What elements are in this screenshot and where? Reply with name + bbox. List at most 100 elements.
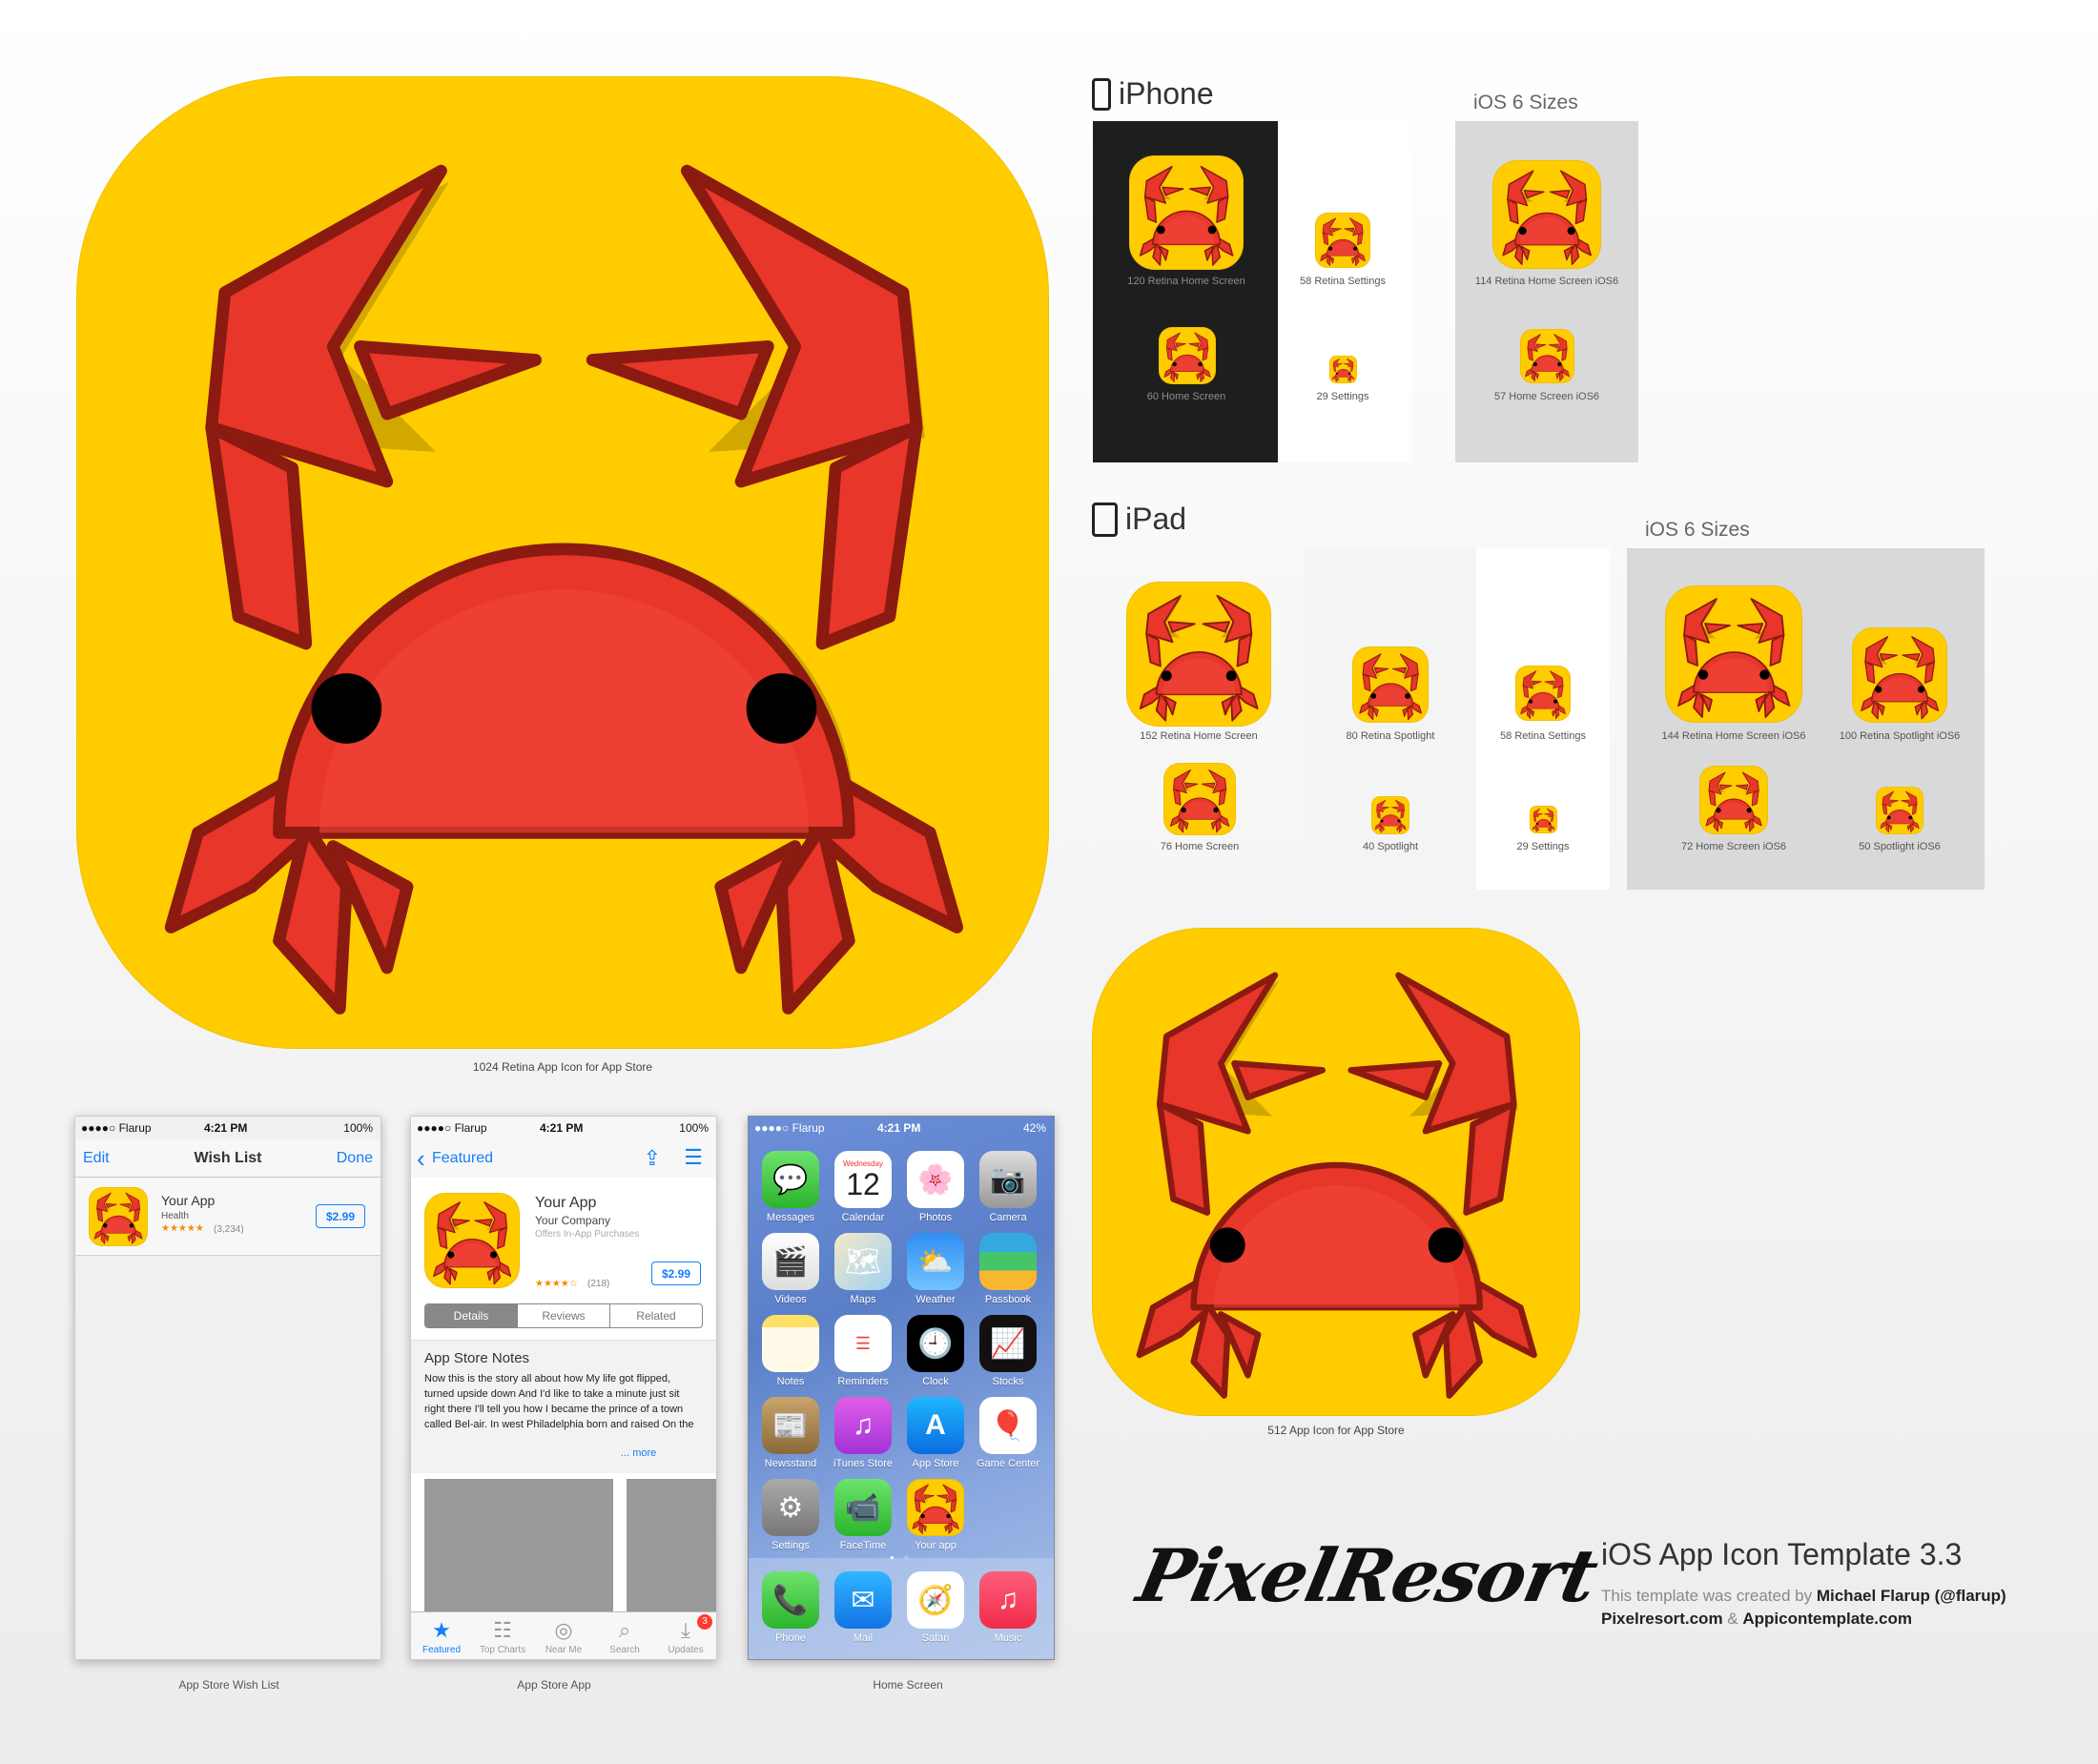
back-chevron-icon[interactable]: ‹ [417, 1144, 425, 1174]
music-icon[interactable]: ♫ [979, 1571, 1037, 1629]
list-icon: ☷ [493, 1618, 512, 1642]
app-icon-152 [1126, 582, 1271, 727]
stocks-icon[interactable]: 📈 [979, 1315, 1037, 1372]
home-caption: Home Screen [873, 1678, 943, 1692]
icon-114-label: 114 Retina Home Screen iOS6 [1474, 276, 1619, 287]
credits-line: This template was created by Michael Fla… [1601, 1587, 2006, 1606]
tab-featured[interactable]: ★ Featured [411, 1612, 472, 1659]
ipad-section-title: iPad [1092, 502, 1186, 537]
notes-icon[interactable] [762, 1315, 819, 1372]
app-icon-58-ipad [1515, 666, 1571, 721]
camera-icon[interactable]: 📷 [979, 1151, 1037, 1208]
seg-details[interactable]: Details [425, 1304, 517, 1327]
navbar: Edit Wish List Done [75, 1139, 381, 1178]
notes-label: Notes [776, 1376, 805, 1387]
app-icon-1024 [76, 76, 1049, 1049]
your-app-label: Your app [915, 1540, 956, 1551]
app-icon-29 [1329, 356, 1357, 383]
star-icon: ★ [432, 1618, 451, 1642]
photos-icon[interactable]: 🌸 [907, 1151, 964, 1208]
newsstand-icon[interactable]: 📰 [762, 1397, 819, 1454]
videos-label: Videos [774, 1294, 807, 1305]
icon-29-ipad-label: 29 Settings [1516, 841, 1570, 852]
list-icon[interactable]: ☰ [684, 1145, 703, 1170]
wishlist-row[interactable]: Your App Health ★★★★★ (3,234) $2.99 [75, 1178, 381, 1256]
appstore-caption: App Store App [517, 1678, 591, 1692]
reminders-icon[interactable]: ☰ [834, 1315, 892, 1372]
share-icon[interactable]: ⇪ [644, 1146, 661, 1171]
app-store-label: App Store [912, 1458, 959, 1469]
stocks-label: Stocks [992, 1376, 1024, 1387]
icon-512-label: 512 App Icon for App Store [1267, 1424, 1405, 1437]
safari-icon[interactable]: 🧭 [907, 1571, 964, 1629]
app-store-icon[interactable]: A [907, 1397, 964, 1454]
icon-80-label: 80 Retina Spotlight [1346, 730, 1435, 742]
icon-72-label: 72 Home Screen iOS6 [1680, 841, 1787, 852]
weather-icon[interactable]: ⛅ [907, 1233, 964, 1290]
your-app-icon[interactable] [907, 1479, 964, 1536]
seg-related[interactable]: Related [609, 1304, 702, 1327]
app-icon-120 [1129, 155, 1244, 270]
created-by-text: This template was created by [1601, 1587, 1813, 1605]
phone-icon[interactable]: 📞 [762, 1571, 819, 1629]
game-center-label: Game Center [976, 1458, 1040, 1469]
weather-label: Weather [915, 1294, 956, 1305]
app-icon-114 [1492, 160, 1601, 269]
done-button[interactable]: Done [337, 1150, 373, 1167]
search-icon: ⌕ [618, 1618, 631, 1642]
battery-text: 100% [343, 1121, 373, 1135]
iphone-ios6-title: iOS 6 Sizes [1473, 92, 1578, 113]
screenshot-placeholder-1 [424, 1479, 613, 1612]
videos-icon[interactable]: 🎬 [762, 1233, 819, 1290]
tab-top-charts[interactable]: ☷ Top Charts [472, 1612, 533, 1659]
status-bar: ●●●●○ Flarup 4:21 PM 100% [75, 1117, 381, 1139]
detail-stars: ★★★★☆ [535, 1279, 578, 1289]
back-button[interactable]: Featured [432, 1150, 493, 1167]
icon-40-label: 40 Spotlight [1362, 841, 1419, 852]
app-icon-57 [1520, 329, 1574, 383]
location-icon: ◎ [554, 1618, 573, 1642]
detail-app-icon [424, 1193, 520, 1288]
icon-1024-label: 1024 Retina App Icon for App Store [472, 1060, 653, 1074]
tab-updates[interactable]: ⤓ Updates 3 [655, 1612, 716, 1659]
photos-label: Photos [918, 1212, 953, 1223]
clock-label: Clock [922, 1376, 949, 1387]
battery-text: 42% [1022, 1121, 1046, 1135]
appstore-screen: ●●●●○ Flarup 4:21 PM 100% ‹ Featured ⇪ ☰… [410, 1116, 717, 1660]
itunes-store-icon[interactable]: ♫ [834, 1397, 892, 1454]
app-icon-80 [1352, 646, 1429, 723]
notes-text: Now this is the story all about how My l… [424, 1373, 694, 1430]
app-icon-76 [1163, 763, 1236, 835]
tab-near-me[interactable]: ◎ Near Me [533, 1612, 594, 1659]
settings-icon[interactable]: ⚙ [762, 1479, 819, 1536]
icon-76-label: 76 Home Screen [1160, 841, 1240, 852]
site2-link[interactable]: Appicontemplate.com [1742, 1610, 1912, 1628]
maps-icon[interactable]: 🗺 [834, 1233, 892, 1290]
tab-search[interactable]: ⌕ Search [594, 1612, 655, 1659]
row-stars: ★★★★★ [161, 1223, 204, 1234]
game-center-icon[interactable]: 🎈 [979, 1397, 1037, 1454]
app-icon-144 [1665, 585, 1802, 723]
pixelresort-logo: PixelResort [1130, 1533, 1605, 1618]
messages-icon[interactable]: 💬 [762, 1151, 819, 1208]
calendar-icon[interactable]: Wednesday 12 [834, 1151, 892, 1208]
time-text: 4:21 PM [204, 1121, 248, 1135]
seg-reviews[interactable]: Reviews [517, 1304, 609, 1327]
passbook-icon[interactable] [979, 1233, 1037, 1290]
price-button[interactable]: $2.99 [316, 1204, 365, 1228]
time-text: 4:21 PM [877, 1121, 921, 1135]
facetime-icon[interactable]: 📹 [834, 1479, 892, 1536]
icon-57-label: 57 Home Screen iOS6 [1493, 391, 1600, 402]
notes-section: App Store Notes Now this is the story al… [411, 1340, 716, 1473]
wishlist-caption: App Store Wish List [178, 1678, 279, 1692]
row-category: Health [161, 1211, 189, 1221]
home-screen: ●●●●○ Flarup 4:21 PM 42% 💬 Messages Wedn… [748, 1116, 1055, 1660]
detail-price-button[interactable]: $2.99 [651, 1261, 701, 1285]
site1-link[interactable]: Pixelresort.com [1601, 1610, 1723, 1628]
icon-58-ipad-label: 58 Retina Settings [1500, 730, 1586, 742]
more-link[interactable]: ... more [621, 1447, 656, 1459]
clock-icon[interactable]: 🕘 [907, 1315, 964, 1372]
app-icon-100 [1852, 627, 1947, 723]
mail-icon[interactable]: ✉ [834, 1571, 892, 1629]
detail-company[interactable]: Your Company [535, 1214, 610, 1227]
